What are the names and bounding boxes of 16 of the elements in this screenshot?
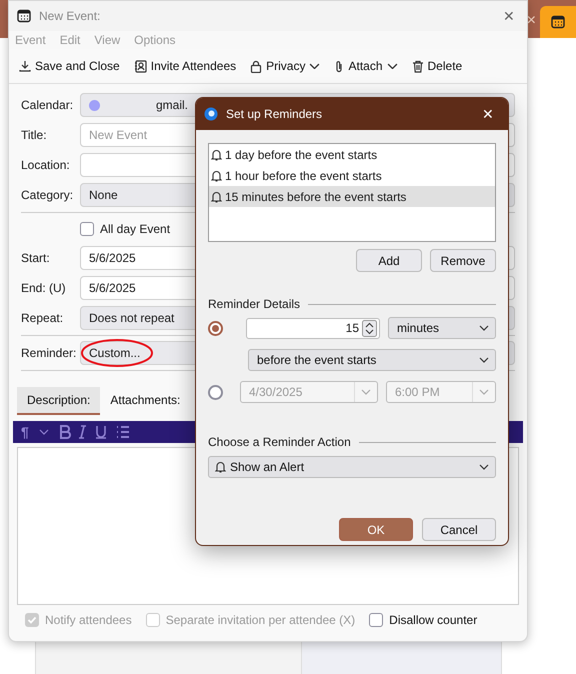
checkbox-label: All day Event — [100, 222, 170, 236]
field-label: End: (U) — [21, 281, 67, 295]
field-label: Start: — [21, 251, 51, 265]
section-title: Choose a Reminder Action — [208, 435, 351, 449]
field-label: Location: — [21, 158, 71, 172]
checkbox-label: Disallow counter — [369, 613, 478, 627]
checkbox-label: Separate invitation per attendee (X) — [146, 613, 356, 627]
field-label: Repeat: — [21, 311, 64, 325]
section-title: Reminder Details — [208, 297, 300, 311]
field-label: Category: — [21, 188, 74, 202]
window-title: New Event: — [39, 9, 102, 23]
field-label: Reminder: — [21, 346, 78, 360]
field-label: Title: — [21, 128, 48, 142]
dialog-title: Set up Reminders — [226, 107, 324, 121]
checkbox-label: Notify attendees — [25, 613, 132, 627]
field-label: Calendar: — [21, 98, 74, 112]
